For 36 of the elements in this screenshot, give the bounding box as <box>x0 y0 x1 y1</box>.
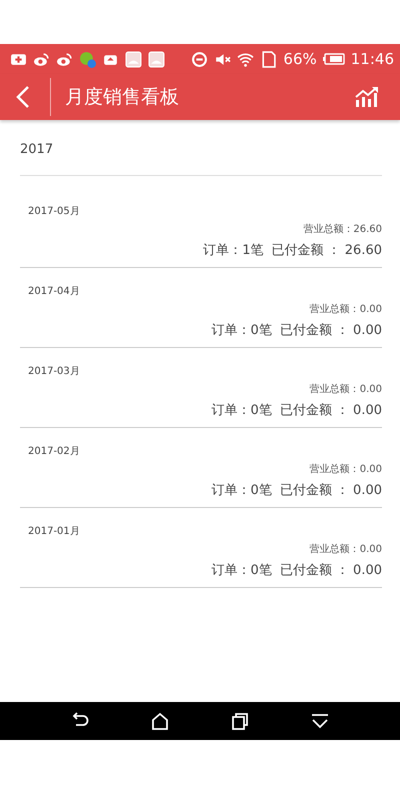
screen-title: 月度销售看板 <box>65 85 180 110</box>
order-count: 订单：0笔 <box>212 482 272 499</box>
app-icon <box>125 50 142 68</box>
app-icon <box>148 50 165 68</box>
year-label: 2017 <box>20 120 382 176</box>
revenue-total: 营业总额：0.00 <box>310 542 382 556</box>
paid-amount: 已付金额 ： 0.00 <box>280 482 382 499</box>
month-label: 2017-04月 <box>28 285 81 298</box>
paid-amount: 已付金额 ： 0.00 <box>280 562 382 579</box>
paid-amount: 已付金额 ： 0.00 <box>280 322 382 339</box>
chart-button[interactable] <box>354 86 380 108</box>
paid-amount: 已付金额 ： 0.00 <box>280 402 382 419</box>
home-button[interactable] <box>149 710 171 732</box>
month-label: 2017-02月 <box>28 445 81 458</box>
order-count: 订单：0笔 <box>212 402 272 419</box>
revenue-total: 营业总额：0.00 <box>310 302 382 316</box>
order-count: 订单：1笔 <box>203 242 264 259</box>
revenue-total: 营业总额：0.00 <box>310 382 382 396</box>
clock-time: 11:46 <box>350 50 394 68</box>
month-label: 2017-01月 <box>28 525 81 538</box>
month-label: 2017-05月 <box>28 205 81 218</box>
wifi-icon <box>237 50 254 68</box>
app-badge-icon <box>79 50 96 68</box>
month-label: 2017-03月 <box>28 365 81 378</box>
sim-card-icon <box>260 50 278 68</box>
order-count: 订单：0笔 <box>212 322 272 339</box>
do-not-disturb-icon <box>191 50 208 68</box>
battery-icon <box>322 53 345 65</box>
eye-logo-icon <box>56 50 73 68</box>
battery-percent: 66% <box>283 50 317 68</box>
eye-logo-icon <box>33 50 50 68</box>
revenue-total: 营业总额：26.60 <box>303 222 382 236</box>
recent-apps-button[interactable] <box>229 710 251 732</box>
paid-amount: 已付金额 ： 26.60 <box>272 242 382 259</box>
order-count: 订单：0笔 <box>212 562 272 579</box>
revenue-total: 营业总额：0.00 <box>310 462 382 476</box>
